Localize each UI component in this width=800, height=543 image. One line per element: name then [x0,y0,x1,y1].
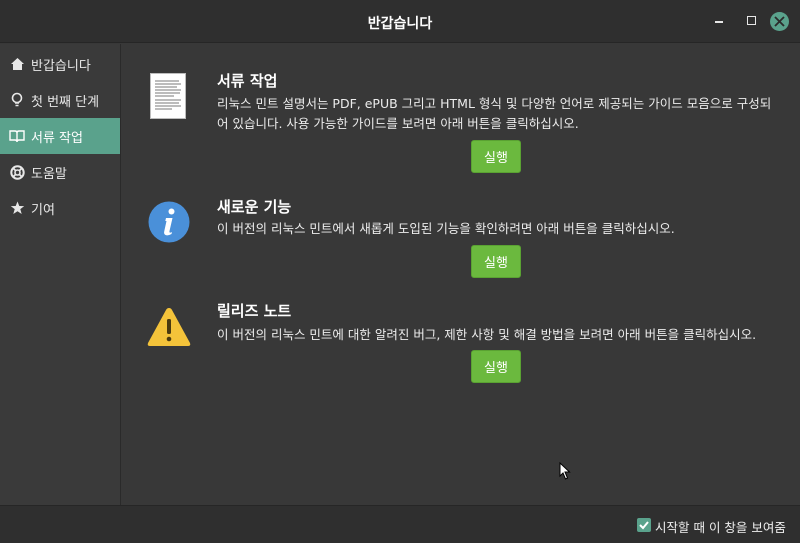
run-documentation-button[interactable]: 실행 [471,140,521,173]
run-new-features-button[interactable]: 실행 [471,245,521,278]
section-heading: 새로운 기능 [217,198,292,216]
star-icon [9,200,25,216]
sidebar-item-label: 기여 [31,202,55,218]
section-description: 리눅스 민트 설명서는 PDF, ePUB 그리고 HTML 형식 및 다양한 … [217,96,772,131]
info-icon [148,201,190,247]
show-on-startup-label[interactable]: 시작할 때 이 창을 보여줌 [655,517,786,536]
bottom-bar: 시작할 때 이 창을 보여줌 [0,505,800,543]
warning-icon [146,306,192,352]
section-heading: 릴리즈 노트 [217,302,292,320]
sidebar-item-contribute[interactable]: 기여 [0,190,120,226]
book-icon [9,128,25,144]
document-icon [150,73,186,123]
show-on-startup-checkbox[interactable] [637,518,651,532]
main-content: 서류 작업 리눅스 민트 설명서는 PDF, ePUB 그리고 HTML 형식 … [122,44,800,505]
section-description: 이 버전의 리눅스 민트에 대한 알려진 버그, 제한 사항 및 해결 방법을 … [217,327,757,342]
sidebar-item-first-steps[interactable]: 첫 번째 단계 [0,82,120,118]
home-icon [9,56,25,72]
welcome-window: 반갑습니다 반갑습니다 첫 번째 단계 서류 작업 도움말 기여 서류 작업 리… [0,0,800,543]
window-title: 반갑습니다 [367,16,433,32]
sidebar-item-documentation[interactable]: 서류 작업 [0,118,120,154]
lightbulb-icon [9,92,25,108]
mouse-cursor-icon [559,461,571,484]
close-button[interactable] [770,12,789,31]
close-icon [774,16,785,27]
sidebar: 반갑습니다 첫 번째 단계 서류 작업 도움말 기여 [0,44,121,505]
sidebar-item-label: 반갑습니다 [31,58,91,74]
sidebar-item-label: 도움말 [31,166,67,182]
sidebar-item-label: 첫 번째 단계 [31,94,100,110]
sidebar-item-welcome[interactable]: 반갑습니다 [0,46,120,82]
section-description: 이 버전의 리눅스 민트에서 새롭게 도입된 기능을 확인하려면 아래 버튼을 … [217,221,675,236]
titlebar[interactable]: 반갑습니다 [0,0,800,43]
run-release-notes-button[interactable]: 실행 [471,350,521,383]
sidebar-item-label: 서류 작업 [31,130,83,146]
minimize-button[interactable] [710,11,730,31]
section-heading: 서류 작업 [217,72,278,90]
checkmark-icon [639,521,649,530]
sidebar-item-help[interactable]: 도움말 [0,154,120,190]
maximize-button[interactable] [741,11,761,31]
lifebuoy-icon [9,164,25,180]
